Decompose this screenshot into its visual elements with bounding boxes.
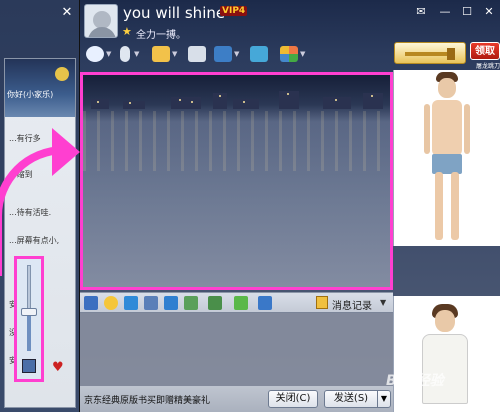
remote-desktop-icon[interactable] bbox=[214, 46, 232, 62]
apps-icon[interactable] bbox=[280, 46, 298, 62]
send-image-icon[interactable] bbox=[208, 296, 222, 310]
music-icon[interactable] bbox=[234, 296, 248, 310]
send-button[interactable]: 发送(S) bbox=[324, 390, 378, 408]
emoji-icon[interactable] bbox=[104, 296, 118, 310]
figure-head bbox=[435, 310, 455, 332]
history-icon[interactable] bbox=[316, 296, 328, 309]
sword-hilt bbox=[447, 48, 455, 60]
chevron-down-icon[interactable]: ▼ bbox=[134, 50, 140, 58]
close-icon[interactable]: ✕ bbox=[60, 6, 74, 20]
bottom-bar: 京东经典原版书买即赠精美豪礼 关闭(C) 发送(S) ▼ bbox=[80, 386, 393, 412]
voice-call-icon[interactable] bbox=[120, 46, 130, 62]
shirt-icon[interactable]: ♥ bbox=[52, 360, 70, 376]
figure-head bbox=[438, 78, 456, 98]
transparency-slider-box bbox=[14, 256, 44, 382]
screenshot-icon[interactable] bbox=[258, 296, 272, 310]
my-show-panel[interactable] bbox=[393, 296, 500, 412]
desktop: ✕ 你好(小家乐) ...有行多 ...缩到 ...待有活哇. ...屏幕有点小… bbox=[0, 0, 500, 412]
chevron-down-icon[interactable]: ▼ bbox=[380, 298, 386, 307]
message-input[interactable] bbox=[80, 312, 393, 386]
weather-icon bbox=[55, 67, 69, 81]
ad-link[interactable]: 京东经典原版书买即赠精美豪礼 bbox=[84, 393, 210, 406]
annotation-arrow-head bbox=[52, 128, 80, 176]
video-call-icon[interactable] bbox=[86, 46, 104, 62]
mail-icon[interactable]: ✉ bbox=[412, 4, 430, 20]
claim-button[interactable]: 领取 bbox=[470, 42, 500, 60]
figure-arm bbox=[464, 104, 470, 154]
sword-blade bbox=[405, 52, 451, 56]
title-bar: you will shine VIP4 ★ 全力一搏。 ✉ — ☐ ✕ ▼ ▼ … bbox=[80, 0, 500, 70]
voice-message-icon[interactable] bbox=[164, 296, 178, 310]
star-icon: ★ bbox=[122, 25, 132, 38]
message-display-area[interactable] bbox=[83, 75, 390, 287]
promo-caption: 屠龙跳刀 bbox=[476, 63, 500, 70]
chevron-down-icon[interactable]: ▼ bbox=[300, 50, 306, 58]
maximize-icon[interactable]: ☐ bbox=[458, 4, 476, 20]
avatar[interactable] bbox=[84, 4, 118, 38]
contact-signature: 全力一搏。 bbox=[136, 30, 186, 41]
transparency-slider-fill bbox=[27, 312, 31, 351]
figure-leg bbox=[435, 172, 443, 240]
vip-badge[interactable]: VIP4 bbox=[220, 6, 248, 16]
share-screen-icon[interactable] bbox=[250, 46, 268, 62]
figure-leg bbox=[451, 172, 459, 240]
chevron-down-icon[interactable]: ▼ bbox=[172, 50, 178, 58]
chat-window: you will shine VIP4 ★ 全力一搏。 ✉ — ☐ ✕ ▼ ▼ … bbox=[80, 0, 500, 412]
avatar-show-panel[interactable] bbox=[393, 70, 500, 246]
figure-torso bbox=[432, 100, 462, 156]
background-header-text: 你好(小家乐) bbox=[7, 90, 54, 99]
city-skyline bbox=[83, 89, 390, 109]
figure-shorts bbox=[432, 154, 462, 174]
figure-sweater bbox=[422, 334, 468, 404]
font-icon[interactable] bbox=[84, 296, 98, 310]
screen-capture-icon[interactable] bbox=[144, 296, 158, 310]
figure-arm bbox=[424, 104, 430, 154]
chevron-down-icon[interactable]: ▼ bbox=[106, 50, 112, 58]
transparency-slider-thumb[interactable] bbox=[21, 308, 37, 317]
transparency-icon[interactable] bbox=[22, 359, 36, 373]
background-panel-header: 你好(小家乐) bbox=[5, 59, 75, 117]
watermark: Bai 经验 bbox=[386, 373, 444, 389]
create-group-icon[interactable] bbox=[188, 46, 206, 62]
sword-promo-icon[interactable] bbox=[394, 42, 466, 64]
contact-name: you will shine bbox=[123, 4, 226, 22]
water-reflection bbox=[83, 111, 390, 171]
minimize-icon[interactable]: — bbox=[436, 4, 454, 20]
input-toolbar: 消息记录 ▼ bbox=[80, 292, 393, 312]
send-file-icon[interactable] bbox=[152, 46, 170, 62]
message-history-button[interactable]: 消息记录 bbox=[332, 297, 372, 312]
chevron-down-icon[interactable]: ▼ bbox=[234, 50, 240, 58]
close-icon[interactable]: ✕ bbox=[480, 4, 498, 20]
avatar-body bbox=[88, 27, 116, 37]
shake-icon[interactable] bbox=[124, 296, 138, 310]
scribble-icon[interactable] bbox=[184, 296, 198, 310]
highlight-frame bbox=[80, 72, 393, 290]
send-options-icon[interactable]: ▼ bbox=[377, 390, 391, 408]
close-button[interactable]: 关闭(C) bbox=[268, 390, 318, 408]
